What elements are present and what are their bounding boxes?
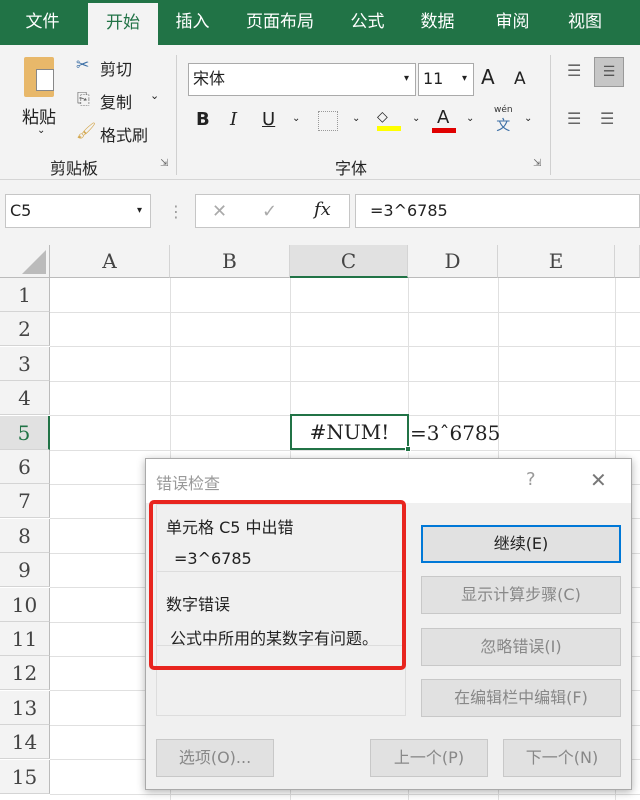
scissors-icon: ✂ (76, 55, 90, 74)
row-header-3[interactable]: 3 (0, 346, 50, 381)
row-gridline (50, 380, 640, 382)
tab-file[interactable]: 文件 (10, 0, 75, 45)
row-gridline (50, 793, 640, 795)
row-header-14[interactable]: 14 (0, 725, 50, 760)
clipboard-group-label: 剪贴板 (50, 159, 99, 178)
fill-dropdown-icon[interactable]: ⌄ (412, 113, 420, 124)
ignore-error-button[interactable]: 忽略错误(I) (421, 628, 621, 666)
phonetic-dropdown-icon[interactable]: ⌄ (524, 113, 532, 124)
tab-home[interactable]: 开始 (88, 3, 158, 45)
ribbon: 粘贴 ⌄ ✂ 剪切 ⎘ 复制 ⌄ 🖌 格式刷 剪贴板 ⇲ 宋体 ▾ 11 ▾ A A… (0, 45, 640, 180)
row-gridline (50, 312, 640, 313)
more-icon: ⋮ (168, 202, 184, 221)
column-header-c[interactable]: C (290, 245, 408, 278)
tab-view[interactable]: 视图 (555, 0, 615, 45)
align-center-icon[interactable]: ☰ (600, 109, 614, 128)
copy-button[interactable]: 复制 (100, 89, 132, 113)
clipboard-launcher-icon[interactable]: ⇲ (160, 158, 168, 169)
font-size-value: 11 (423, 69, 444, 88)
copy-icon: ⎘ (77, 89, 90, 108)
row-header-13[interactable]: 13 (0, 690, 50, 725)
font-launcher-icon[interactable]: ⇲ (533, 158, 541, 169)
close-icon[interactable]: ✕ (590, 468, 607, 492)
column-header-b[interactable]: B (170, 245, 290, 278)
italic-button[interactable]: I (230, 109, 237, 130)
name-box-value: C5 (10, 201, 32, 220)
enter-icon[interactable]: ✓ (262, 201, 277, 222)
edit-in-formula-bar-button[interactable]: 在编辑栏中编辑(F) (421, 679, 621, 717)
cell-d5[interactable]: =3ˆ6785 (410, 416, 500, 450)
row-gridline (50, 346, 640, 348)
paste-icon[interactable] (24, 57, 54, 97)
font-color-icon[interactable]: A (432, 107, 456, 133)
row-header-11[interactable]: 11 (0, 622, 50, 656)
row-header-2[interactable]: 2 (0, 312, 50, 347)
cut-button[interactable]: 剪切 (100, 56, 132, 80)
borders-icon[interactable] (318, 111, 338, 131)
row-header-1[interactable]: 1 (0, 278, 50, 312)
font-name-value: 宋体 (193, 69, 226, 88)
align-middle-icon[interactable]: ☰ (594, 57, 624, 87)
bold-button[interactable]: B (196, 109, 210, 130)
name-box[interactable]: C5 ▾ (5, 194, 151, 228)
error-checking-dialog: 错误检查 ? ✕ 单元格 C5 中出错 =3^6785 数字错误 公式中所用的某… (145, 458, 632, 790)
help-icon[interactable]: ? (526, 469, 536, 490)
copy-dropdown-icon[interactable]: ⌄ (150, 89, 159, 102)
font-group-label: 字体 (335, 159, 368, 178)
row-header-7[interactable]: 7 (0, 484, 50, 519)
show-calculation-steps-button[interactable]: 显示计算步骤(C) (421, 576, 621, 614)
options-button[interactable]: 选项(O)... (156, 739, 274, 777)
ribbon-tabs: 文件 开始 插入 页面布局 公式 数据 审阅 视图 (0, 0, 640, 45)
grow-font-icon[interactable]: A (481, 65, 495, 89)
row-header-15[interactable]: 15 (0, 759, 50, 794)
tab-formulas[interactable]: 公式 (335, 0, 400, 45)
align-left-icon[interactable]: ☰ (567, 109, 581, 128)
error-type: 数字错误 (166, 595, 231, 614)
column-header-e[interactable]: E (498, 245, 615, 278)
font-color-dropdown-icon[interactable]: ⌄ (466, 113, 474, 124)
format-painter-button[interactable]: 格式刷 (100, 122, 148, 146)
formula-buttons: ✕ ✓ fx (195, 194, 350, 228)
tab-page-layout[interactable]: 页面布局 (235, 0, 325, 45)
cell-c5[interactable]: #NUM! (290, 414, 409, 450)
select-all-button[interactable] (0, 245, 50, 278)
underline-button[interactable]: U (262, 109, 275, 130)
font-name-select[interactable]: 宋体 ▾ (188, 63, 416, 96)
continue-button[interactable]: 继续(E) (421, 525, 621, 563)
phonetic-icon[interactable]: wén 文 (494, 105, 513, 135)
row-header-12[interactable]: 12 (0, 656, 50, 691)
error-heading: 单元格 C5 中出错 (166, 518, 294, 537)
column-header-d[interactable]: D (408, 245, 498, 278)
tab-insert[interactable]: 插入 (160, 0, 225, 45)
column-header-a[interactable]: A (50, 245, 170, 278)
fill-color-icon[interactable]: ◇ (377, 109, 401, 131)
dialog-title: 错误检查 (156, 474, 221, 493)
formula-input[interactable]: =3^6785 (355, 194, 640, 228)
shrink-font-icon[interactable]: A (514, 69, 526, 89)
column-header-f[interactable] (615, 245, 640, 278)
font-size-select[interactable]: 11 ▾ (418, 63, 474, 96)
row-header-10[interactable]: 10 (0, 587, 50, 622)
insert-function-icon[interactable]: fx (314, 199, 331, 220)
previous-button[interactable]: 上一个(P) (370, 739, 488, 777)
row-header-5[interactable]: 5 (0, 415, 50, 450)
borders-dropdown-icon[interactable]: ⌄ (352, 113, 360, 124)
brush-icon: 🖌 (76, 121, 97, 140)
align-top-icon[interactable]: ☰ (567, 61, 581, 80)
row-header-8[interactable]: 8 (0, 518, 50, 553)
error-description: 公式中所用的某数字有问题。 (170, 629, 379, 648)
paste-dropdown-icon[interactable]: ⌄ (37, 125, 45, 136)
underline-dropdown-icon[interactable]: ⌄ (292, 113, 300, 124)
row-header-4[interactable]: 4 (0, 381, 50, 416)
tab-data[interactable]: 数据 (405, 0, 470, 45)
error-formula: =3^6785 (174, 549, 252, 568)
next-button[interactable]: 下一个(N) (503, 739, 621, 777)
tab-review[interactable]: 审阅 (475, 0, 550, 45)
row-header-9[interactable]: 9 (0, 553, 50, 588)
cancel-icon[interactable]: ✕ (212, 201, 227, 222)
formula-bar: C5 ▾ ⋮ ✕ ✓ fx =3^6785 (0, 180, 640, 245)
row-header-6[interactable]: 6 (0, 450, 50, 484)
